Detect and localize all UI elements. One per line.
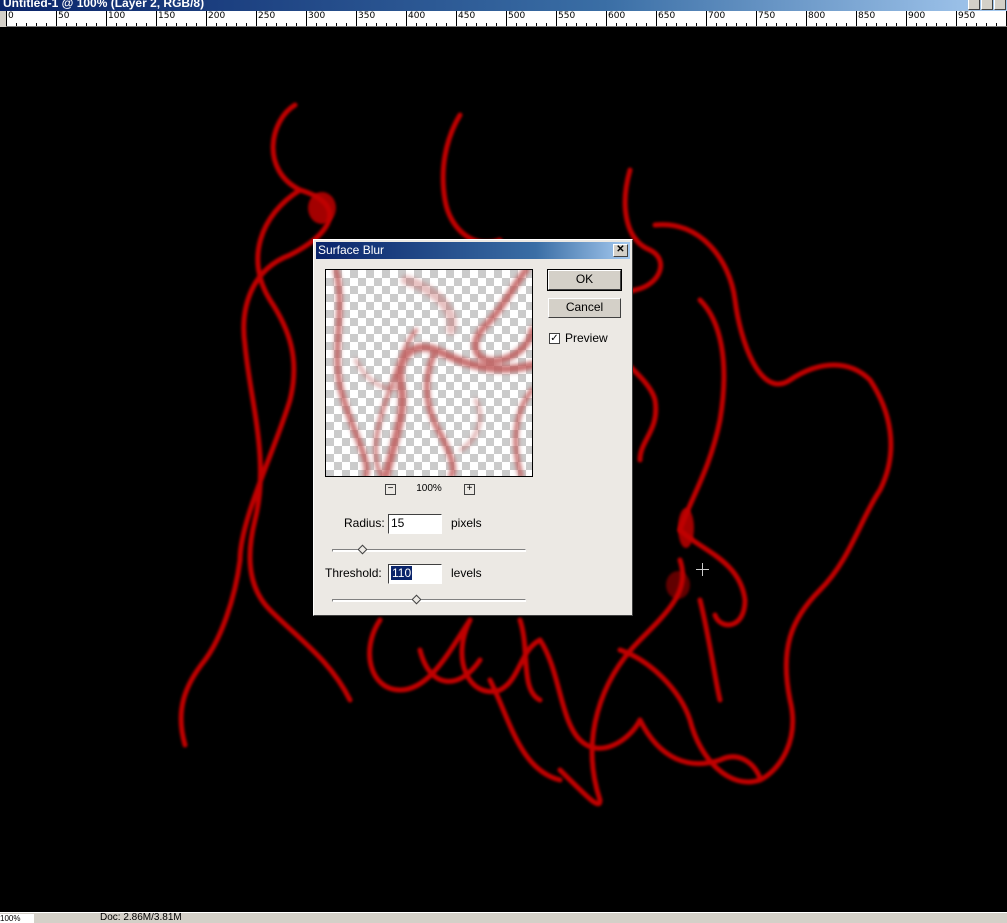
threshold-slider-thumb[interactable] (411, 594, 422, 605)
ruler-corner (0, 11, 6, 27)
crosshair-cursor-icon (696, 563, 709, 576)
radius-label: Radius: (344, 516, 385, 530)
threshold-unit: levels (451, 566, 482, 580)
document-title: Untitled-1 @ 100% (Layer 2, RGB/8) (3, 0, 205, 10)
ruler-label: 750 (758, 11, 776, 21)
minimize-icon[interactable] (968, 0, 980, 10)
ruler-label: 900 (908, 11, 926, 21)
horizontal-ruler[interactable]: 0 50 100 150 200 250 300 350 400 450 500 550 600 650 7… (0, 11, 1007, 27)
ruler-label: 250 (258, 11, 276, 21)
maximize-icon[interactable] (981, 0, 993, 10)
cancel-button[interactable]: Cancel (548, 298, 621, 318)
close-window-icon[interactable] (994, 0, 1006, 10)
threshold-input[interactable]: 110 (388, 564, 442, 584)
preview-zoom-level: 100% (416, 483, 442, 494)
ruler-label: 550 (558, 11, 576, 21)
ruler-label: 200 (208, 11, 226, 21)
zoom-out-button[interactable]: − (385, 484, 396, 495)
zoom-level-field[interactable]: 100% (0, 914, 34, 923)
preview-checkbox-label[interactable]: Preview (565, 331, 608, 345)
ruler-label: 450 (458, 11, 476, 21)
dialog-title: Surface Blur (318, 243, 385, 257)
surface-blur-dialog: Surface Blur ✕ − 100% + OK Cancel ✓ Prev… (313, 239, 633, 616)
ruler-label: 600 (608, 11, 626, 21)
radius-input[interactable]: 15 (388, 514, 442, 534)
filter-preview[interactable] (325, 269, 533, 477)
ruler-label: 950 (958, 11, 976, 21)
radius-slider-track[interactable] (332, 544, 526, 555)
zoom-in-button[interactable]: + (464, 484, 475, 495)
ruler-ticks (6, 11, 1007, 26)
preview-strokes (333, 270, 532, 476)
ruler-label: 850 (858, 11, 876, 21)
radius-slider-thumb[interactable] (357, 544, 368, 555)
dialog-title-bar[interactable]: Surface Blur ✕ (316, 242, 630, 259)
threshold-slider-track[interactable] (332, 594, 526, 605)
ruler-label: 800 (808, 11, 826, 21)
ruler-label: 50 (58, 11, 70, 21)
threshold-label: Threshold: (325, 566, 382, 580)
document-title-bar[interactable]: Untitled-1 @ 100% (Layer 2, RGB/8) (0, 0, 1007, 11)
ruler-label: 300 (308, 11, 326, 21)
ruler-label: 100 (108, 11, 126, 21)
ruler-label: 0 (8, 11, 14, 21)
ruler-label: 650 (658, 11, 676, 21)
ruler-label: 500 (508, 11, 526, 21)
ruler-label: 350 (358, 11, 376, 21)
preview-checkbox[interactable]: ✓ (549, 333, 560, 344)
close-icon[interactable]: ✕ (613, 244, 628, 257)
ok-button[interactable]: OK (547, 269, 622, 291)
ruler-label: 150 (158, 11, 176, 21)
radius-unit: pixels (451, 516, 482, 530)
status-bar: 100% Doc: 2.86M/3.81M (0, 912, 1007, 923)
threshold-value-selected: 110 (391, 566, 413, 580)
ruler-label: 400 (408, 11, 426, 21)
ruler-label: 700 (708, 11, 726, 21)
document-size-info[interactable]: Doc: 2.86M/3.81M (100, 913, 182, 923)
